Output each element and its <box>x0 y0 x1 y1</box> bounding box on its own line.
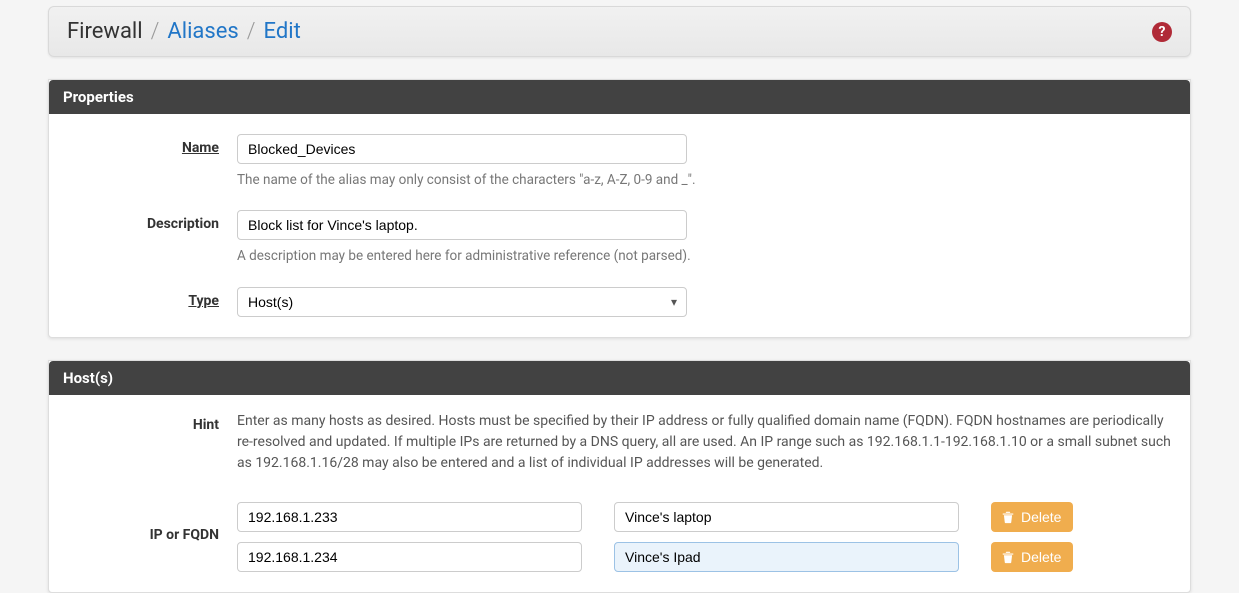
name-help-text: The name of the alias may only consist o… <box>237 170 1172 190</box>
breadcrumb-root: Firewall <box>67 19 143 44</box>
description-help-text: A description may be entered here for ad… <box>237 246 1172 266</box>
properties-panel-heading: Properties <box>49 80 1190 114</box>
name-input[interactable] <box>237 134 687 164</box>
delete-button-label: Delete <box>1021 549 1061 565</box>
breadcrumb-link-edit[interactable]: Edit <box>264 19 301 44</box>
hosts-panel-heading: Host(s) <box>49 361 1190 395</box>
hint-label: Hint <box>67 411 237 433</box>
trash-icon <box>1001 550 1015 564</box>
trash-icon <box>1001 510 1015 524</box>
properties-panel: Properties Name The name of the alias ma… <box>48 79 1191 338</box>
page-header: Firewall / Aliases / Edit ? <box>48 6 1191 57</box>
host-row: Delete <box>237 502 1172 532</box>
help-icon[interactable]: ? <box>1152 22 1172 42</box>
hosts-panel: Host(s) Hint Enter as many hosts as desi… <box>48 360 1191 593</box>
host-description-input[interactable] <box>614 542 959 572</box>
breadcrumb-separator: / <box>151 19 160 44</box>
type-select-wrap: Host(s) <box>237 287 687 317</box>
host-ip-input[interactable] <box>237 542 582 572</box>
host-ip-input[interactable] <box>237 502 582 532</box>
host-row: Delete <box>237 542 1172 572</box>
breadcrumb-separator: / <box>247 19 256 44</box>
hint-text: Enter as many hosts as desired. Hosts mu… <box>237 411 1172 474</box>
breadcrumb-link-aliases[interactable]: Aliases <box>167 19 238 44</box>
host-description-input[interactable] <box>614 502 959 532</box>
type-select[interactable]: Host(s) <box>237 287 687 317</box>
description-input[interactable] <box>237 210 687 240</box>
name-label: Name <box>67 134 237 156</box>
type-label: Type <box>67 287 237 309</box>
ip-or-fqdn-label: IP or FQDN <box>67 521 237 543</box>
delete-button[interactable]: Delete <box>991 502 1073 532</box>
delete-button[interactable]: Delete <box>991 542 1073 572</box>
breadcrumb: Firewall / Aliases / Edit <box>67 19 301 44</box>
delete-button-label: Delete <box>1021 509 1061 525</box>
description-label: Description <box>67 210 237 232</box>
